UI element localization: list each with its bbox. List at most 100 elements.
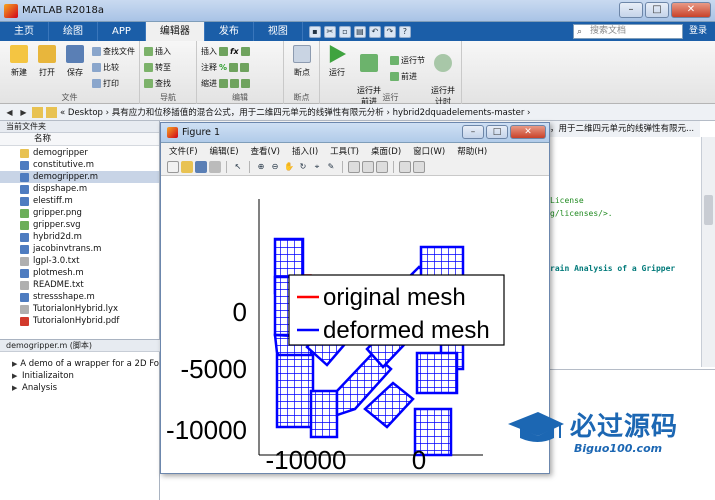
zoom-out-icon[interactable]: ⊖ [269,161,281,173]
plot-area[interactable]: original mesh deformed mesh 0 -5000 -100… [161,177,549,475]
open-file-icon[interactable] [181,161,193,173]
save-button[interactable]: 保存 [62,45,88,78]
details-item[interactable]: ▶ Analysis [0,382,159,394]
figure-minimize-button[interactable]: – [462,125,484,139]
file-list-item[interactable]: dispshape.m [0,183,159,195]
name-column-header[interactable]: 名称 [0,133,159,146]
forward-arrow-icon[interactable]: ▶ [18,107,29,118]
zoom-in-icon[interactable]: ⊕ [255,161,267,173]
paste-quick-icon[interactable]: ▤ [353,25,366,38]
help-quick-icon[interactable]: ? [398,25,411,38]
menu-insert[interactable]: 插入(I) [292,145,318,157]
legend[interactable]: original mesh deformed mesh [288,274,505,346]
copy-quick-icon[interactable]: ▫ [338,25,351,38]
cut-quick-icon[interactable]: ✂ [323,25,336,38]
code-line[interactable]: rain Analysis of a Gripper [550,264,675,273]
fx-icon[interactable]: fx [230,47,239,56]
file-list-item[interactable]: README.txt [0,279,159,291]
brush-icon[interactable]: ✎ [325,161,337,173]
save-quick-icon[interactable]: ▪ [308,25,321,38]
up-folder-icon[interactable] [32,106,43,118]
file-list-item[interactable]: elestiff.m [0,195,159,207]
undo-quick-icon[interactable]: ↶ [368,25,381,38]
figure-window[interactable]: Figure 1 – □ ✕ 文件(F) 编辑(E) 查看(V) 插入(I) 工… [160,122,550,475]
menu-tools[interactable]: 工具(T) [330,145,359,157]
goto-button[interactable]: 转至 [144,62,171,73]
tab-publish[interactable]: 发布 [205,22,254,41]
nav-insert-button[interactable]: 插入 [144,46,171,57]
insert-button[interactable]: 插入 fx [201,46,250,57]
file-list-item[interactable]: demogripper [0,147,159,159]
percent-icon[interactable]: % [219,63,227,72]
menu-help[interactable]: 帮助(H) [457,145,487,157]
open-button[interactable]: 打开 [34,45,60,78]
data-cursor-icon[interactable]: ⌖ [311,161,323,173]
folder-path[interactable]: « Desktop › 具有应力和位移插值的混合公式，用于二维四元单元的线弹性有… [60,106,530,118]
run-section-button[interactable]: 运行节 [390,55,425,66]
file-list-item[interactable]: jacobinvtrans.m [0,243,159,255]
figure-maximize-button[interactable]: □ [486,125,508,139]
advance-button[interactable]: 前进 [390,71,417,82]
menu-file[interactable]: 文件(F) [169,145,198,157]
figure-close-button[interactable]: ✕ [510,125,546,139]
pointer-icon[interactable]: ↖ [232,161,244,173]
redo-quick-icon[interactable]: ↷ [383,25,396,38]
menu-view[interactable]: 查看(V) [251,145,280,157]
file-list-item[interactable]: plotmesh.m [0,267,159,279]
find-files-button[interactable]: 查找文件 [92,46,135,57]
editor-scrollbar[interactable] [701,137,715,367]
new-figure-icon[interactable] [167,161,179,173]
file-list-item[interactable]: TutorialonHybrid.lyx [0,303,159,315]
figure-toolbar: ↖ ⊕ ⊖ ✋ ↻ ⌖ ✎ [161,159,549,176]
browse-folder-icon[interactable] [46,106,57,118]
file-list-item[interactable]: lgpl-3.0.txt [0,255,159,267]
file-list-item[interactable]: demogripper.m [0,171,159,183]
editor-tab[interactable]: ，用于二维四元单元的线弹性有限元... [550,121,700,137]
tab-view[interactable]: 视图 [254,22,303,41]
close-button[interactable]: ✕ [671,2,711,18]
hide-tools-icon[interactable] [399,161,411,173]
code-line[interactable]: g/licenses/>. [550,209,613,218]
comment-button[interactable]: 注释 % [201,62,250,73]
rotate-icon[interactable]: ↻ [297,161,309,173]
file-list-item[interactable]: gripper.png [0,207,159,219]
minimize-button[interactable]: – [619,2,643,18]
new-button[interactable]: 新建 [6,45,32,78]
indent-button[interactable]: 缩进 [201,78,250,89]
menu-edit[interactable]: 编辑(E) [210,145,239,157]
mesh-plot[interactable]: original mesh deformed mesh 0 -5000 -100… [161,177,549,475]
show-tools-icon[interactable] [413,161,425,173]
breakpoints-button[interactable]: 断点 [289,45,315,78]
file-list-item[interactable]: stressshape.m [0,291,159,303]
tab-apps[interactable]: APP [98,22,146,41]
find-button[interactable]: 查找 [144,78,171,89]
colorbar-icon[interactable] [362,161,374,173]
back-arrow-icon[interactable]: ◀ [4,107,15,118]
print-figure-icon[interactable] [209,161,221,173]
maximize-button[interactable]: □ [645,2,669,18]
legend-icon[interactable] [376,161,388,173]
compare-icon [92,63,101,72]
menu-desktop[interactable]: 桌面(D) [371,145,401,157]
save-figure-icon[interactable] [195,161,207,173]
login-link[interactable]: 登录 [683,22,713,41]
file-list-item[interactable]: constitutive.m [0,159,159,171]
tab-plots[interactable]: 绘图 [49,22,98,41]
file-list-item[interactable]: hybrid2d.m [0,231,159,243]
file-list-item[interactable]: TutorialonHybrid.pdf [0,315,159,327]
print-button[interactable]: 打印 [92,78,119,89]
tab-home[interactable]: 主页 [0,22,49,41]
compare-button[interactable]: 比较 [92,62,119,73]
pan-icon[interactable]: ✋ [283,161,295,173]
link-plot-icon[interactable] [348,161,360,173]
details-item[interactable]: ▶ A demo of a wrapper for a 2D Fo [0,358,159,370]
scroll-thumb[interactable] [704,195,713,225]
menu-window[interactable]: 窗口(W) [413,145,445,157]
figure-title-bar[interactable]: Figure 1 – □ ✕ [161,123,549,143]
run-button[interactable]: 运行 [324,45,350,78]
search-input[interactable]: ⌕ 搜索文档 [573,24,683,39]
details-item[interactable]: ▶ Initializaiton [0,370,159,382]
tab-editor[interactable]: 编辑器 [145,22,205,41]
code-line[interactable]: License [550,196,584,205]
file-list-item[interactable]: gripper.svg [0,219,159,231]
